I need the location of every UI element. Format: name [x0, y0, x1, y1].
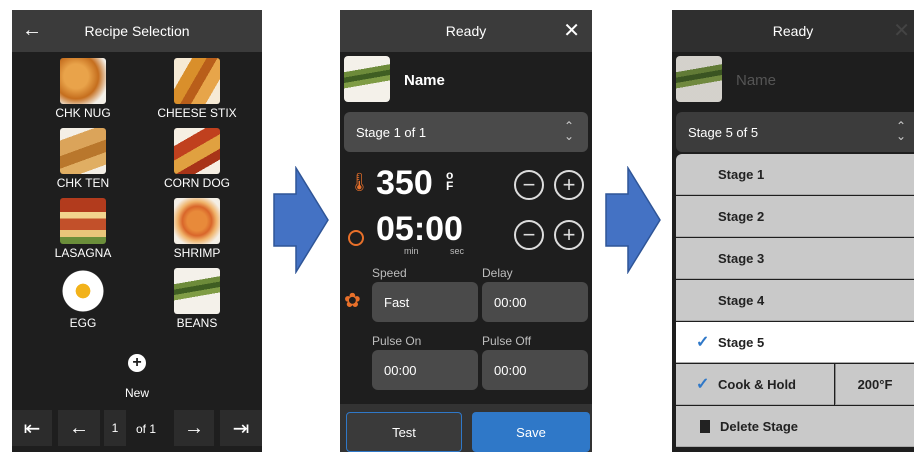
first-page-button[interactable]: ⇤: [12, 410, 52, 446]
fan-icon: ✿: [344, 290, 361, 312]
page-title: Recipe Selection: [84, 23, 190, 39]
time-decrease-button[interactable]: −: [514, 220, 544, 250]
thermometer-icon: 🌡: [348, 172, 371, 192]
shrimp-icon: [174, 198, 220, 244]
nuggets-icon: [60, 58, 106, 104]
clock-icon: [348, 230, 364, 246]
pulse-off-label: Pulse Off: [482, 334, 532, 348]
recipe-shrimp[interactable]: SHRIMP: [142, 198, 252, 260]
stage-option[interactable]: Stage 2: [676, 196, 914, 237]
time-value[interactable]: 05:00: [376, 210, 463, 249]
recipe-name[interactable]: Name: [404, 72, 445, 89]
asparagus-icon: [174, 268, 220, 314]
recipe-beans[interactable]: BEANS: [142, 268, 252, 330]
stage-selector[interactable]: Stage 5 of 5 ⌃ ⌄: [676, 112, 914, 152]
edit-header: Ready ✕: [340, 10, 592, 52]
corn-dog-icon: [174, 128, 220, 174]
plus-icon: +: [562, 222, 576, 247]
close-icon[interactable]: ✕: [563, 18, 580, 43]
tenders-icon: [60, 128, 106, 174]
arrow-right-icon: →: [184, 416, 204, 439]
page-number: 1: [104, 410, 126, 446]
speed-field[interactable]: Fast: [372, 282, 478, 322]
recipe-lasagna[interactable]: LASAGNA: [28, 198, 138, 260]
close-icon[interactable]: ✕: [893, 18, 910, 43]
test-button[interactable]: Test: [346, 412, 462, 452]
recipe-chk-ten[interactable]: CHK TEN: [28, 128, 138, 190]
stage-dropdown-screen: Ready ✕ Name Stage 5 of 5 ⌃ ⌄ Stage 1 Sta…: [672, 10, 914, 452]
flow-arrow-icon: [605, 166, 661, 274]
recipe-egg[interactable]: EGG: [28, 268, 138, 330]
checkmark-icon: ✓: [696, 334, 710, 351]
trash-icon: [700, 419, 710, 433]
temperature-value[interactable]: 350: [376, 164, 433, 203]
temperature-unit: o F: [446, 168, 454, 193]
stage-option[interactable]: Stage 4: [676, 280, 914, 321]
recipe-corn-dog[interactable]: CORN DOG: [142, 128, 252, 190]
flow-arrow-icon: [273, 166, 329, 274]
up-down-chevron-icon: ⌃ ⌄: [895, 119, 906, 143]
stage-option[interactable]: Stage 1: [676, 154, 914, 195]
cheese-sticks-icon: [174, 58, 220, 104]
header-title: Ready: [445, 23, 487, 39]
recipe-chk-nug[interactable]: CHK NUG: [28, 58, 138, 120]
prev-page-button[interactable]: ←: [58, 410, 100, 446]
lasagna-icon: [60, 198, 106, 244]
cook-hold-temp[interactable]: 200°F: [835, 364, 914, 405]
checkmark-icon: ✓: [696, 376, 710, 393]
back-arrow-icon[interactable]: ←: [22, 19, 42, 42]
edit-header: Ready ✕: [672, 10, 914, 52]
arrow-left-icon: ←: [69, 416, 89, 439]
egg-icon: [60, 268, 106, 314]
temp-decrease-button[interactable]: −: [514, 170, 544, 200]
recipe-edit-screen: Ready ✕ Name Stage 1 of 1 ⌃ ⌄ 🌡 350 o F −…: [340, 10, 592, 452]
speed-label: Speed: [372, 266, 407, 280]
minus-icon: −: [522, 222, 536, 247]
delay-field[interactable]: 00:00: [482, 282, 588, 322]
pulse-off-field[interactable]: 00:00: [482, 350, 588, 390]
last-page-icon: ⇥: [232, 417, 250, 440]
stage-option-selected[interactable]: ✓ Stage 5: [676, 322, 914, 363]
recipe-thumbnail[interactable]: [344, 56, 390, 102]
next-page-button[interactable]: →: [174, 410, 214, 446]
delay-label: Delay: [482, 266, 513, 280]
recipe-name[interactable]: Name: [736, 72, 776, 89]
temp-increase-button[interactable]: +: [554, 170, 584, 200]
time-increase-button[interactable]: +: [554, 220, 584, 250]
stage-option[interactable]: Stage 3: [676, 238, 914, 279]
new-recipe-button[interactable]: + New: [12, 354, 262, 400]
min-label: min: [404, 246, 419, 256]
recipe-cheese-stix[interactable]: CHEESE STIX: [142, 58, 252, 120]
minus-icon: −: [522, 172, 536, 197]
cook-hold-option[interactable]: ✓ Cook & Hold: [676, 364, 834, 405]
recipe-thumbnail[interactable]: [676, 56, 722, 102]
save-button[interactable]: Save: [472, 412, 590, 452]
stage-selector[interactable]: Stage 1 of 1 ⌃ ⌄: [344, 112, 588, 152]
last-page-button[interactable]: ⇥: [220, 410, 262, 446]
recipe-selection-screen: ← Recipe Selection CHK NUG CHEESE STIX C…: [12, 10, 262, 452]
sec-label: sec: [450, 246, 465, 256]
plus-circle-icon: +: [128, 354, 146, 372]
delete-stage-button[interactable]: Delete Stage: [676, 406, 914, 447]
up-down-chevron-icon: ⌃ ⌄: [563, 119, 574, 143]
pulse-on-label: Pulse On: [372, 334, 422, 348]
header-title: Ready: [772, 23, 814, 39]
plus-icon: +: [562, 172, 576, 197]
first-page-icon: ⇤: [23, 417, 41, 440]
page-count: of 1: [136, 422, 157, 436]
pulse-on-field[interactable]: 00:00: [372, 350, 478, 390]
recipe-selection-header: ← Recipe Selection: [12, 10, 262, 52]
